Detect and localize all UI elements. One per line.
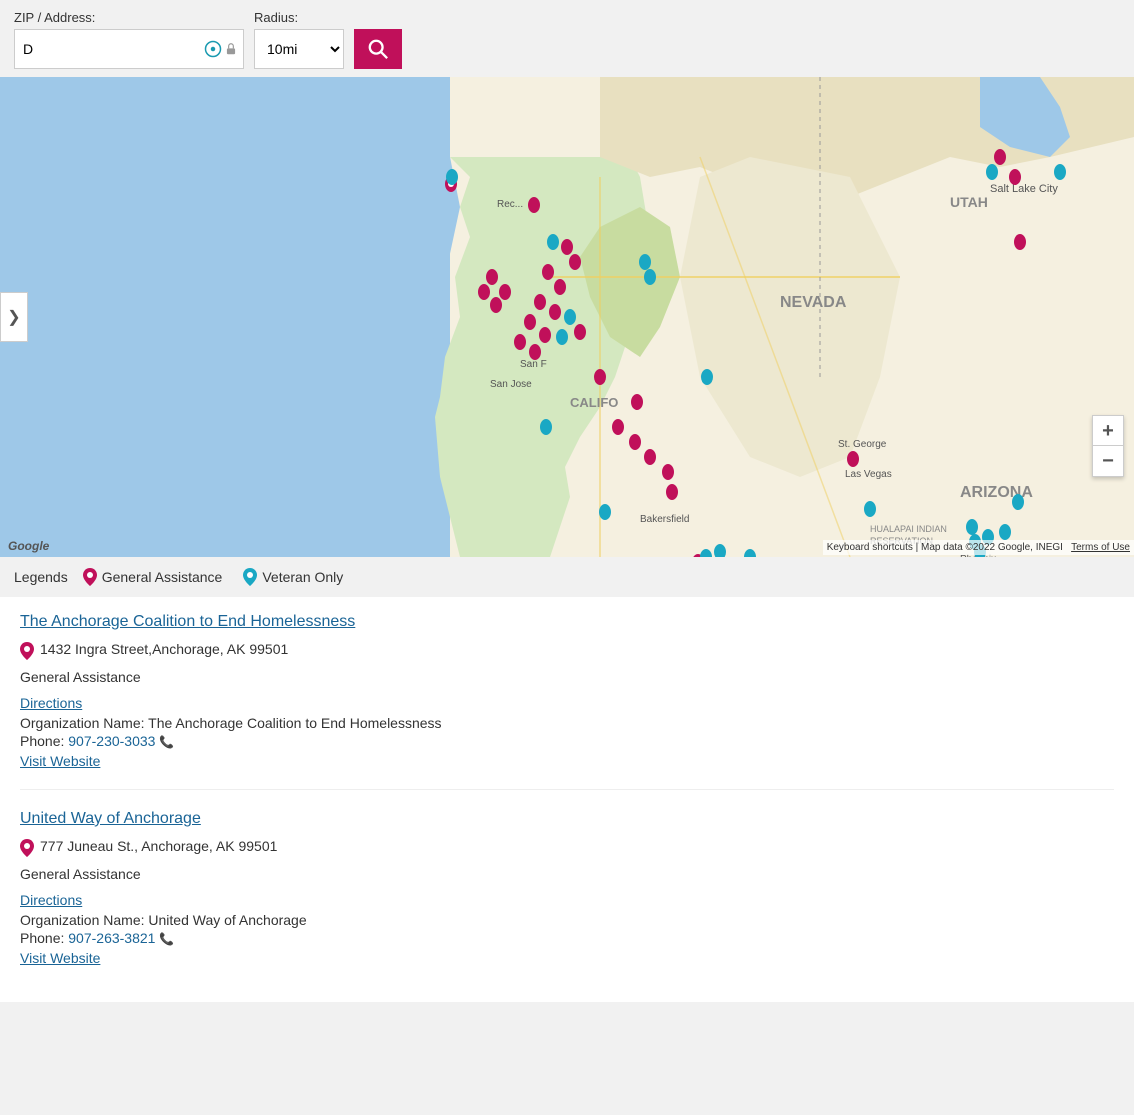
- svg-text:UTAH: UTAH: [950, 194, 988, 210]
- org-pin-icon-1: [20, 641, 34, 663]
- map-zoom-controls: + −: [1092, 415, 1124, 477]
- location-icon: [204, 40, 222, 58]
- map-container[interactable]: NEVADA CALIFO ARIZONA UTAH Salt Lake Cit…: [0, 77, 1134, 557]
- legends-section: Legends General Assistance Veteran Only: [0, 557, 1134, 597]
- org-name-1[interactable]: The Anchorage Coalition to End Homelessn…: [20, 613, 355, 631]
- map-data: Map data ©2022 Google, INEGI: [921, 542, 1063, 553]
- visit-website-1[interactable]: Visit Website: [20, 753, 1114, 769]
- general-assistance-label: General Assistance: [102, 569, 223, 585]
- org-address-1: 1432 Ingra Street,Anchorage, AK 99501: [40, 641, 288, 657]
- map-attribution: Keyboard shortcuts | Map data ©2022 Goog…: [823, 540, 1134, 555]
- org-phone-line-2: Phone: 907-263-3821 📞: [20, 930, 1114, 946]
- search-bar: ZIP / Address: Radius: 10mi 25mi 50mi 10: [0, 0, 1134, 77]
- results-container: The Anchorage Coalition to End Homelessn…: [0, 597, 1134, 1002]
- phone-icon-1: 📞: [159, 735, 174, 749]
- svg-text:Rec...: Rec...: [497, 199, 523, 210]
- phone-label-1: Phone:: [20, 733, 64, 749]
- zip-label: ZIP / Address:: [14, 10, 244, 25]
- svg-text:HUALAPAI INDIAN: HUALAPAI INDIAN: [870, 524, 947, 534]
- org-pin-icon-2: [20, 838, 34, 860]
- org-entry-2: United Way of Anchorage 777 Juneau St., …: [20, 810, 1114, 986]
- zoom-out-button[interactable]: −: [1093, 446, 1123, 476]
- legend-veteran: Veteran Only: [242, 567, 343, 587]
- veteran-only-icon: [242, 567, 258, 587]
- map-svg: NEVADA CALIFO ARIZONA UTAH Salt Lake Cit…: [0, 77, 1134, 557]
- org-entry-1: The Anchorage Coalition to End Homelessn…: [20, 613, 1114, 790]
- svg-text:San F: San F: [520, 359, 547, 370]
- svg-text:San Jose: San Jose: [490, 379, 532, 390]
- general-assistance-icon: [82, 567, 98, 587]
- search-button[interactable]: [354, 29, 402, 69]
- org-name-2[interactable]: United Way of Anchorage: [20, 810, 201, 828]
- map-sidebar-toggle[interactable]: ❯: [0, 292, 28, 342]
- svg-text:Salt Lake City: Salt Lake City: [990, 183, 1058, 195]
- org-address-row-2: 777 Juneau St., Anchorage, AK 99501: [20, 838, 1114, 860]
- phone-number-1[interactable]: 907-230-3033: [68, 733, 155, 749]
- radius-label: Radius:: [254, 10, 344, 25]
- lock-icon: [224, 42, 238, 56]
- zip-group: ZIP / Address:: [14, 10, 244, 69]
- phone-number-2[interactable]: 907-263-3821: [68, 930, 155, 946]
- legend-general: General Assistance: [82, 567, 223, 587]
- visit-website-2[interactable]: Visit Website: [20, 950, 1114, 966]
- chevron-right-icon: ❯: [7, 307, 20, 327]
- svg-text:NEVADA: NEVADA: [780, 294, 847, 311]
- org-address-2: 777 Juneau St., Anchorage, AK 99501: [40, 838, 277, 854]
- search-icon: [367, 38, 389, 60]
- input-icons: [204, 40, 238, 58]
- radius-select[interactable]: 10mi 25mi 50mi 100mi: [254, 29, 344, 69]
- org-detail-name-2: Organization Name: United Way of Anchora…: [20, 912, 1114, 928]
- keyboard-shortcuts[interactable]: Keyboard shortcuts: [827, 542, 913, 553]
- org-type-2: General Assistance: [20, 866, 1114, 882]
- org-type-1: General Assistance: [20, 669, 1114, 685]
- legends-title: Legends: [14, 569, 68, 585]
- svg-text:CALIFO: CALIFO: [570, 395, 618, 410]
- veteran-only-label: Veteran Only: [262, 569, 343, 585]
- directions-link-2[interactable]: Directions: [20, 892, 1114, 908]
- org-detail-name-1: Organization Name: The Anchorage Coaliti…: [20, 715, 1114, 731]
- directions-link-1[interactable]: Directions: [20, 695, 1114, 711]
- terms-of-use[interactable]: Terms of Use: [1071, 542, 1130, 553]
- phone-icon-2: 📞: [159, 932, 174, 946]
- svg-text:Las Vegas: Las Vegas: [845, 469, 892, 480]
- svg-text:Bakersfield: Bakersfield: [640, 514, 689, 525]
- radius-group: Radius: 10mi 25mi 50mi 100mi: [254, 10, 344, 69]
- phone-label-2: Phone:: [20, 930, 64, 946]
- org-address-row-1: 1432 Ingra Street,Anchorage, AK 99501: [20, 641, 1114, 663]
- zoom-in-button[interactable]: +: [1093, 416, 1123, 446]
- org-phone-line-1: Phone: 907-230-3033 📞: [20, 733, 1114, 749]
- google-logo: Google: [8, 539, 49, 553]
- zip-input-wrapper: [14, 29, 244, 69]
- svg-text:St. George: St. George: [838, 439, 887, 450]
